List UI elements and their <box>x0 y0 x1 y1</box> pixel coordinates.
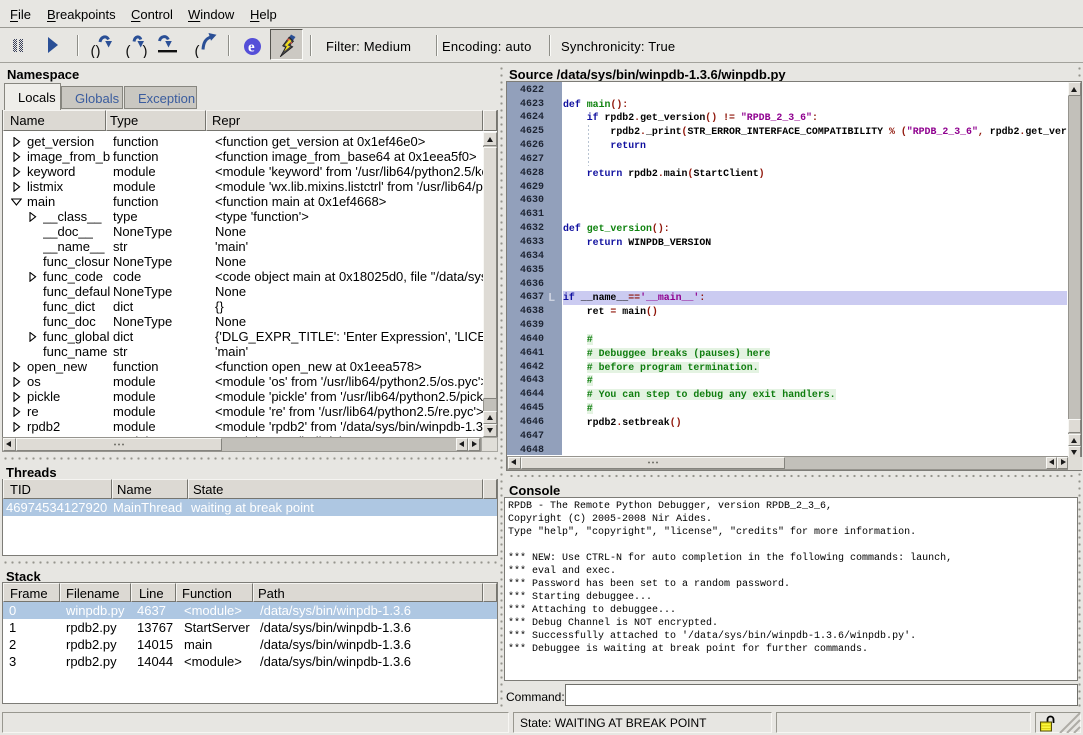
svg-text:(: ( <box>195 43 200 58</box>
svg-text:(): () <box>91 43 101 58</box>
svg-text:(: ( <box>126 43 131 58</box>
svg-text:e: e <box>248 40 255 56</box>
svg-text:): ) <box>143 43 148 58</box>
